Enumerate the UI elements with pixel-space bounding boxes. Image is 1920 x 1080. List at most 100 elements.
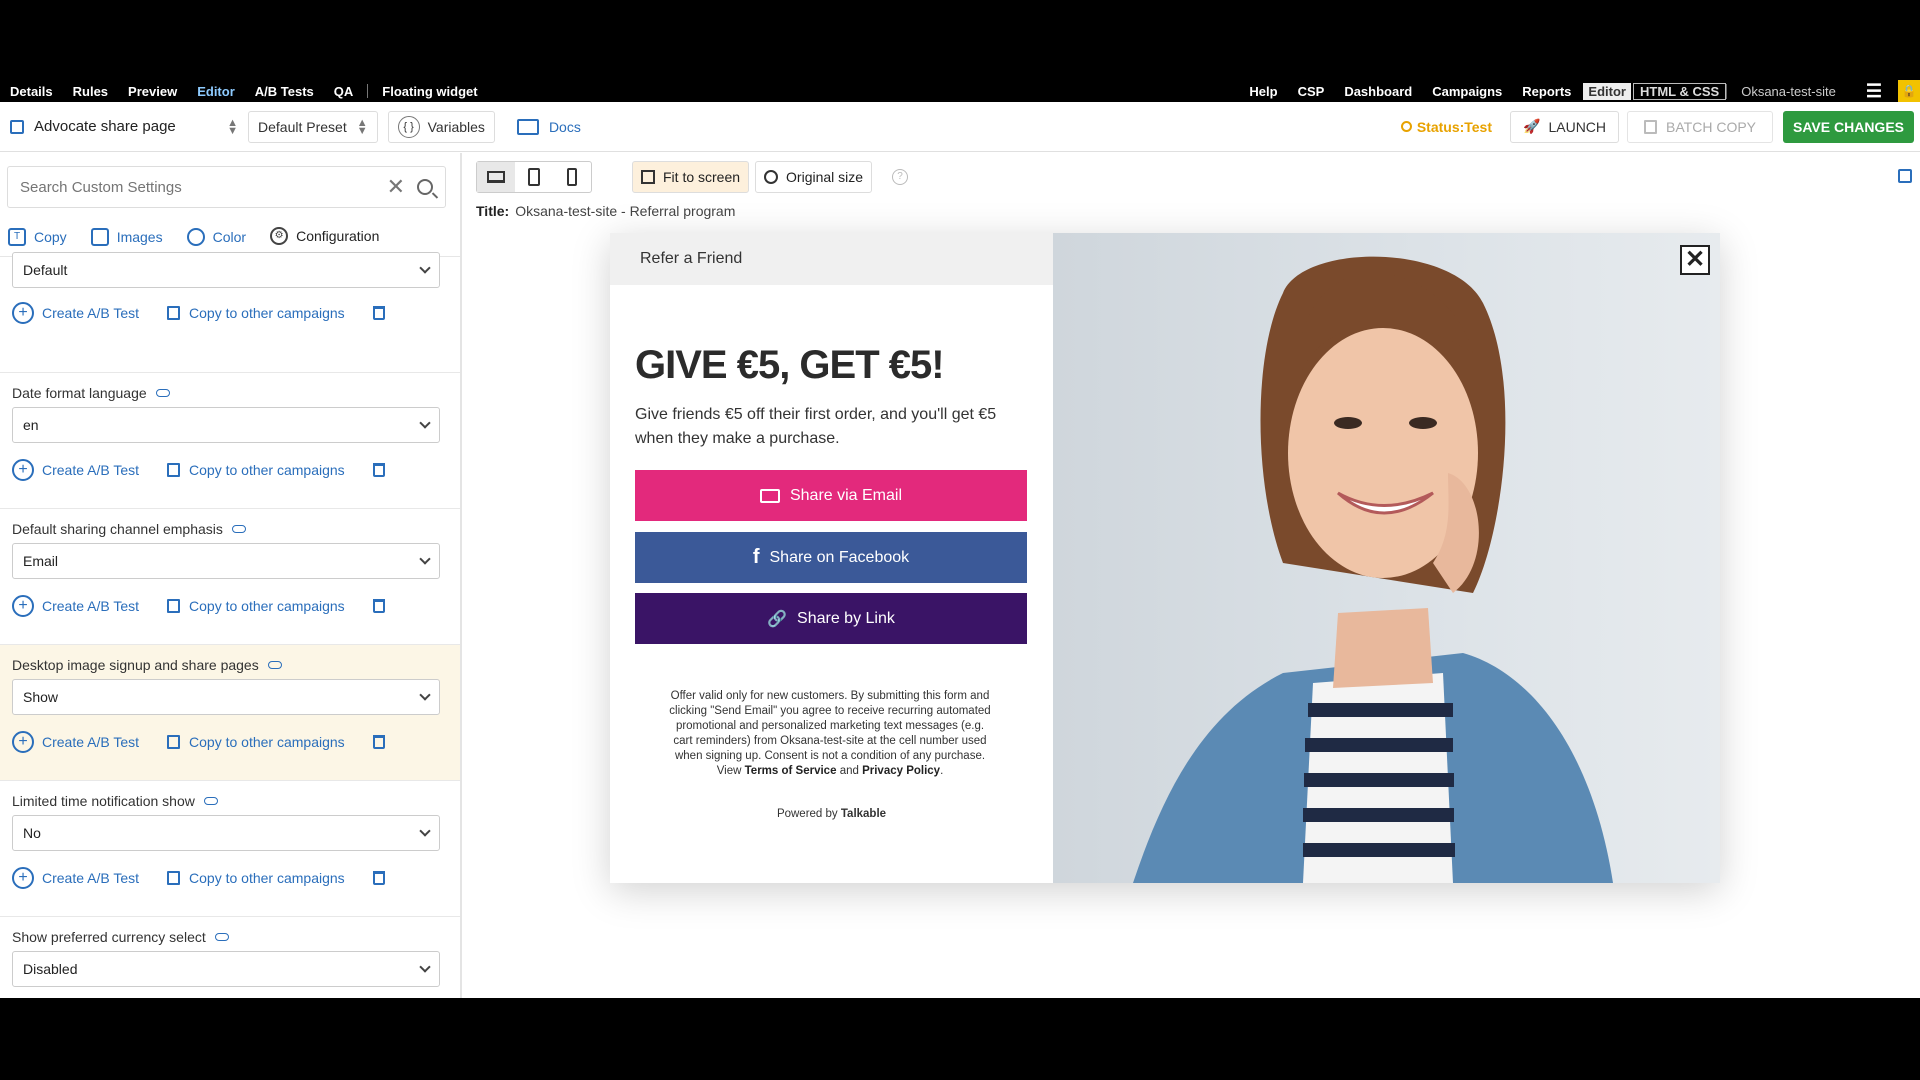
mobile-view-button[interactable]: [553, 162, 591, 192]
setting-section: Default + Create A/B Test Copy to other c…: [0, 252, 460, 373]
privacy-link[interactable]: Privacy Policy: [862, 765, 940, 777]
site-switcher[interactable]: Oksana-test-site: [1726, 83, 1850, 99]
nav-csp[interactable]: CSP: [1288, 84, 1335, 99]
close-icon: ✕: [1684, 246, 1706, 273]
up-down-icon: ▲ ▼: [227, 116, 238, 137]
settings-list: Default + Create A/B Test Copy to other c…: [0, 252, 460, 998]
image-icon: [90, 227, 109, 246]
nav-ab-tests[interactable]: A/B Tests: [245, 84, 324, 99]
nav-preview[interactable]: Preview: [118, 84, 187, 99]
create-ab-test-button[interactable]: + Create A/B Test: [12, 302, 139, 324]
original-size-button[interactable]: Original size: [755, 161, 873, 193]
docs-link[interactable]: Docs: [516, 118, 581, 135]
desktop-view-button[interactable]: [477, 162, 515, 192]
nav-editor-toggle[interactable]: Editor: [1583, 82, 1631, 100]
fit-to-screen-button[interactable]: Fit to screen: [632, 161, 750, 193]
copy-to-campaigns-button[interactable]: Copy to other campaigns: [167, 870, 345, 886]
save-changes-button[interactable]: SAVE CHANGES: [1783, 110, 1914, 143]
nav-html-css-toggle[interactable]: HTML & CSS: [1632, 82, 1727, 100]
setting-label: Default sharing channel emphasis: [12, 521, 246, 537]
tab-images[interactable]: Images: [83, 217, 179, 257]
talkable-link[interactable]: Talkable: [841, 808, 886, 820]
nav-qa[interactable]: QA: [324, 84, 364, 99]
create-ab-test-button[interactable]: + Create A/B Test: [12, 595, 139, 617]
tab-copy-label: Copy: [34, 228, 67, 245]
phone-icon: [567, 168, 577, 186]
hamburger-menu-icon[interactable]: ☰: [1850, 81, 1898, 102]
copy-to-campaigns-button[interactable]: Copy to other campaigns: [167, 734, 345, 750]
tablet-view-button[interactable]: [515, 162, 553, 192]
tab-color[interactable]: Color: [179, 217, 262, 257]
nav-dashboard[interactable]: Dashboard: [1334, 84, 1422, 99]
link-icon[interactable]: [155, 389, 170, 397]
copy-other-label: Copy to other campaigns: [189, 734, 345, 750]
nav-reports[interactable]: Reports: [1512, 84, 1581, 99]
setting-select[interactable]: Default: [12, 252, 440, 288]
chevron-down-icon: [419, 553, 431, 565]
link-icon[interactable]: [214, 933, 229, 941]
trash-icon[interactable]: [372, 306, 385, 320]
share-link-button[interactable]: 🔗 Share by Link: [635, 593, 1027, 644]
copy-to-campaigns-button[interactable]: Copy to other campaigns: [167, 305, 345, 321]
preset-selector[interactable]: Default Preset ▲ ▼: [248, 110, 378, 143]
nav-editor[interactable]: Editor: [187, 84, 245, 99]
setting-select[interactable]: Email: [12, 543, 440, 579]
nav-floating-widget[interactable]: Floating widget: [372, 84, 487, 99]
nav-details[interactable]: Details: [0, 84, 63, 99]
search-icon[interactable]: [417, 179, 433, 195]
lock-icon[interactable]: 🔒: [1898, 80, 1920, 102]
editor-toolbar: Advocate share page ▲ ▼ Default Preset ▲ ▼…: [0, 102, 1920, 152]
trash-icon[interactable]: [372, 735, 385, 749]
create-ab-test-button[interactable]: + Create A/B Test: [12, 459, 139, 481]
copy-other-label: Copy to other campaigns: [189, 598, 345, 614]
clear-icon[interactable]: ✕: [387, 174, 405, 200]
nav-campaigns[interactable]: Campaigns: [1422, 84, 1512, 99]
plus-circle-icon: +: [12, 731, 34, 753]
nav-help[interactable]: Help: [1239, 84, 1287, 99]
braces-icon: { }: [397, 115, 420, 138]
tab-configuration[interactable]: ⚙ Configuration: [262, 217, 396, 257]
trash-icon[interactable]: [372, 463, 385, 477]
close-button[interactable]: ✕: [1680, 245, 1710, 275]
variables-button[interactable]: { } Variables: [387, 110, 495, 143]
batch-copy-button[interactable]: BATCH COPY: [1627, 110, 1774, 143]
link-icon[interactable]: [203, 797, 218, 805]
trash-icon[interactable]: [372, 871, 385, 885]
copy-icon: [167, 599, 181, 613]
copy-to-campaigns-button[interactable]: Copy to other campaigns: [167, 598, 345, 614]
setting-select[interactable]: No: [12, 815, 440, 851]
original-size-label: Original size: [786, 169, 864, 185]
copy-other-label: Copy to other campaigns: [189, 870, 345, 886]
share-email-button[interactable]: Share via Email: [635, 470, 1027, 521]
select-value: Default: [23, 262, 68, 278]
setting-section: Limited time notification show No + Creat…: [0, 781, 460, 917]
share-facebook-button[interactable]: f Share on Facebook: [635, 532, 1027, 583]
external-link-icon[interactable]: [1898, 169, 1912, 183]
terms-link[interactable]: Terms of Service: [745, 765, 837, 777]
tab-copy[interactable]: T Copy: [0, 217, 83, 257]
search-input[interactable]: [20, 178, 387, 196]
setting-label-text: Default sharing channel emphasis: [12, 521, 223, 537]
setting-actions: + Create A/B Test Copy to other campaigns: [12, 302, 385, 324]
setting-label-text: Show preferred currency select: [12, 929, 206, 945]
nav-rules[interactable]: Rules: [63, 84, 118, 99]
trash-icon[interactable]: [372, 599, 385, 613]
legal-view: View: [716, 765, 742, 777]
create-ab-test-button[interactable]: + Create A/B Test: [12, 731, 139, 753]
setting-section: Desktop image signup and share pages Sho…: [0, 645, 460, 781]
drop-icon: [186, 227, 205, 246]
title-value: Oksana-test-site - Referral program: [515, 203, 736, 219]
help-icon[interactable]: ?: [892, 169, 909, 185]
page-selector[interactable]: Advocate share page ▲ ▼: [0, 116, 238, 137]
plus-circle-icon: +: [12, 302, 34, 324]
link-icon[interactable]: [267, 661, 282, 669]
launch-button[interactable]: 🚀 LAUNCH: [1510, 110, 1620, 143]
smiling-woman-photo: [1133, 256, 1613, 883]
setting-select[interactable]: en: [12, 407, 440, 443]
legal-and: and: [839, 765, 859, 777]
link-icon[interactable]: [231, 525, 246, 533]
copy-to-campaigns-button[interactable]: Copy to other campaigns: [167, 462, 345, 478]
setting-select[interactable]: Show: [12, 679, 440, 715]
create-ab-test-button[interactable]: + Create A/B Test: [12, 867, 139, 889]
setting-select[interactable]: Disabled: [12, 951, 440, 987]
